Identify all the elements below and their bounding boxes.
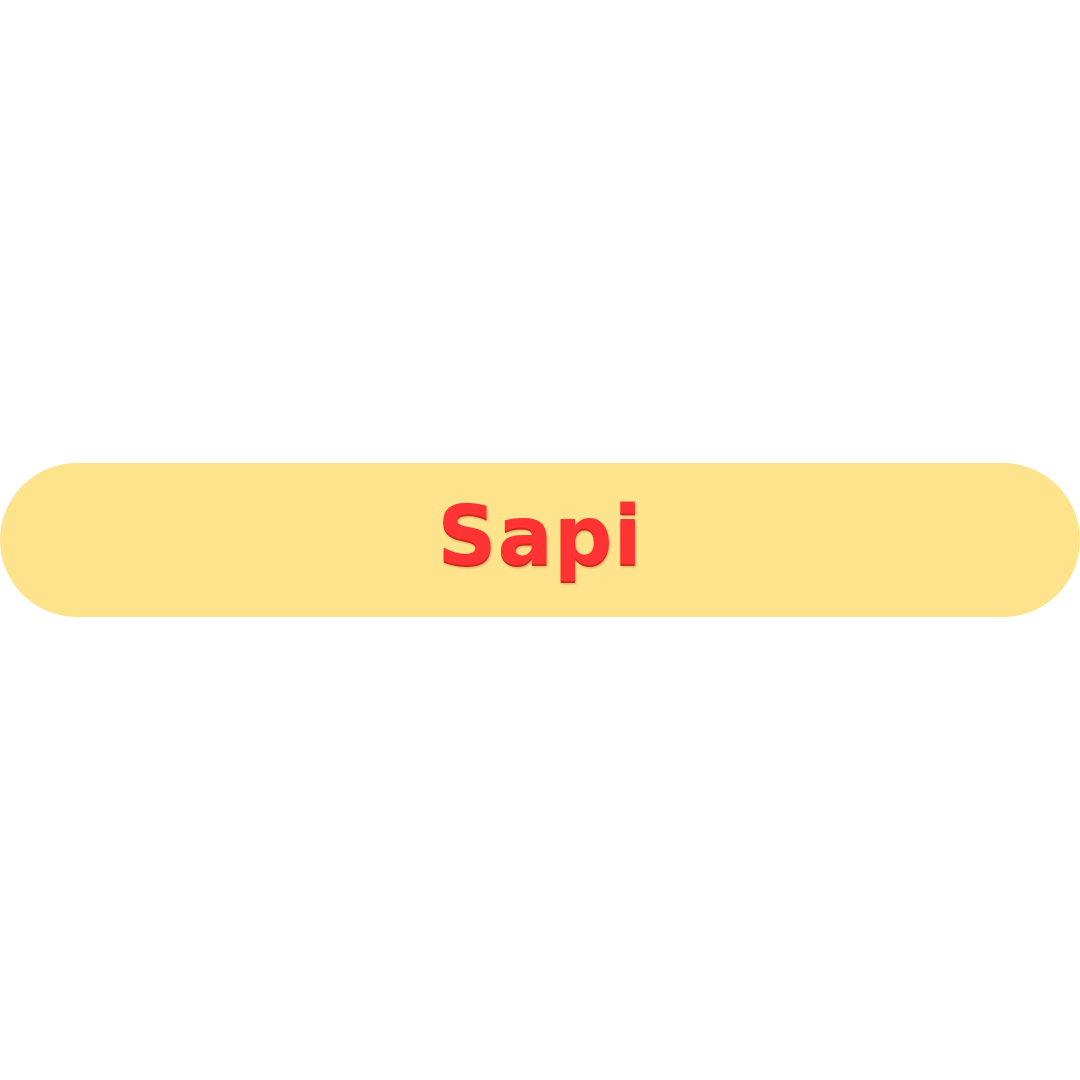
banner-word: Sapi [437,489,643,584]
page: Sapi [0,0,1080,1080]
word-banner: Sapi [0,463,1080,617]
